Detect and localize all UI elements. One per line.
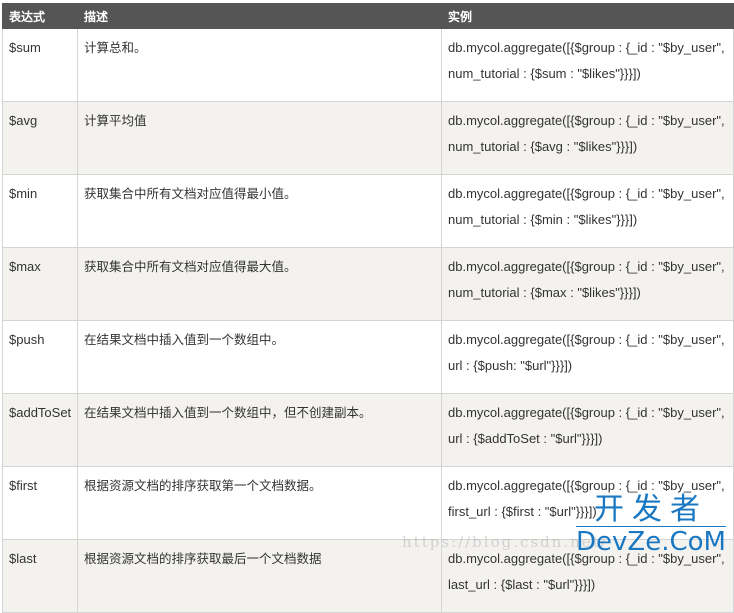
example-line-2: num_tutorial : {$sum : "$likes"}}}])	[448, 66, 641, 81]
example-line-1: db.mycol.aggregate([{$group : {_id : "$b…	[448, 405, 725, 420]
logo-chinese-text: 开发者	[594, 492, 708, 527]
table-row: $avg 计算平均值 db.mycol.aggregate([{$group :…	[2, 101, 734, 175]
expression-cell: $max	[2, 247, 78, 321]
devze-logo-watermark: 开发者 DevZe.CoM	[576, 494, 726, 557]
table-row: $sum 计算总和。 db.mycol.aggregate([{$group :…	[2, 28, 734, 102]
example-cell: db.mycol.aggregate([{$group : {_id : "$b…	[441, 28, 734, 102]
description-cell: 获取集合中所有文档对应值得最小值。	[77, 174, 442, 248]
example-cell: db.mycol.aggregate([{$group : {_id : "$b…	[441, 320, 734, 394]
expression-cell: $sum	[2, 28, 78, 102]
header-expression: 表达式	[2, 3, 78, 29]
example-line-1: db.mycol.aggregate([{$group : {_id : "$b…	[448, 40, 725, 55]
example-line-1: db.mycol.aggregate([{$group : {_id : "$b…	[448, 259, 725, 274]
example-cell: db.mycol.aggregate([{$group : {_id : "$b…	[441, 174, 734, 248]
example-line-2: num_tutorial : {$avg : "$likes"}}}])	[448, 139, 638, 154]
description-cell: 在结果文档中插入值到一个数组中。	[77, 320, 442, 394]
expression-cell: $min	[2, 174, 78, 248]
example-line-2: url : {$push: "$url"}}}])	[448, 358, 573, 373]
example-line-2: last_url : {$last : "$url"}}}])	[448, 577, 596, 592]
table-row: $min 获取集合中所有文档对应值得最小值。 db.mycol.aggregat…	[2, 174, 734, 248]
expression-cell: $avg	[2, 101, 78, 175]
table-row: $push 在结果文档中插入值到一个数组中。 db.mycol.aggregat…	[2, 320, 734, 394]
logo-english-text: DevZe.CoM	[576, 526, 726, 557]
example-line-2: url : {$addToSet : "$url"}}}])	[448, 431, 603, 446]
table-row: $max 获取集合中所有文档对应值得最大值。 db.mycol.aggregat…	[2, 247, 734, 321]
expression-cell: $push	[2, 320, 78, 394]
example-cell: db.mycol.aggregate([{$group : {_id : "$b…	[441, 247, 734, 321]
example-cell: db.mycol.aggregate([{$group : {_id : "$b…	[441, 101, 734, 175]
example-cell: db.mycol.aggregate([{$group : {_id : "$b…	[441, 393, 734, 467]
description-cell: 根据资源文档的排序获取第一个文档数据。	[77, 466, 442, 540]
table-row: $addToSet 在结果文档中插入值到一个数组中，但不创建副本。 db.myc…	[2, 393, 734, 467]
example-line-1: db.mycol.aggregate([{$group : {_id : "$b…	[448, 113, 725, 128]
example-line-2: num_tutorial : {$max : "$likes"}}}])	[448, 285, 641, 300]
header-example: 实例	[441, 3, 734, 29]
description-cell: 根据资源文档的排序获取最后一个文档数据	[77, 539, 442, 613]
expression-cell: $addToSet	[2, 393, 78, 467]
description-cell: 获取集合中所有文档对应值得最大值。	[77, 247, 442, 321]
description-cell: 在结果文档中插入值到一个数组中，但不创建副本。	[77, 393, 442, 467]
expression-cell: $first	[2, 466, 78, 540]
example-line-2: num_tutorial : {$min : "$likes"}}}])	[448, 212, 638, 227]
expression-cell: $last	[2, 539, 78, 613]
header-row: 表达式 描述 实例	[2, 3, 734, 29]
description-cell: 计算平均值	[77, 101, 442, 175]
header-description: 描述	[77, 3, 442, 29]
example-line-1: db.mycol.aggregate([{$group : {_id : "$b…	[448, 332, 725, 347]
description-cell: 计算总和。	[77, 28, 442, 102]
example-line-1: db.mycol.aggregate([{$group : {_id : "$b…	[448, 186, 725, 201]
